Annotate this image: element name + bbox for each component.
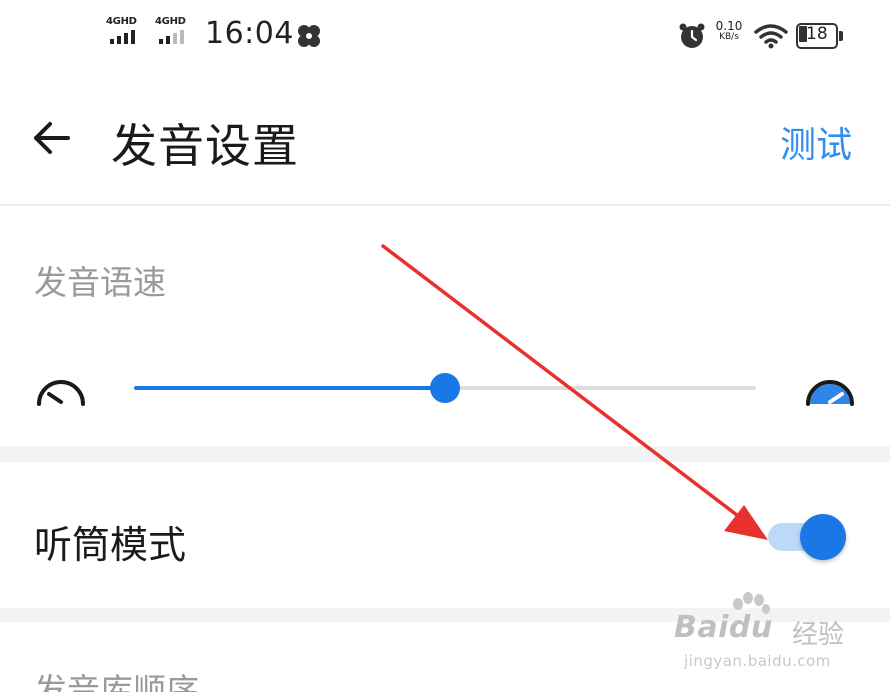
earpiece-mode-toggle[interactable] <box>768 514 850 560</box>
speech-speed-slider[interactable] <box>134 373 756 403</box>
alarm-icon <box>679 23 705 48</box>
fast-speed-icon[interactable] <box>803 368 857 408</box>
earpiece-mode-label: 听筒模式 <box>34 523 187 567</box>
network-speed: 0.10 KB/s <box>712 19 746 43</box>
slider-fill <box>134 386 445 390</box>
sim2-network-label: 4GHD <box>155 16 186 27</box>
watermark: Baidu 经验 jingyan.baidu.com <box>660 592 880 682</box>
slider-thumb[interactable] <box>430 373 460 403</box>
back-arrow-icon[interactable] <box>28 114 76 162</box>
section-divider <box>0 446 890 462</box>
watermark-logo: Baidu <box>674 610 773 645</box>
signal-icon <box>159 30 184 44</box>
battery-icon: 18 <box>796 23 844 49</box>
status-bar: 4GHD 4GHD 16:04 0.10 KB/s 18 <box>0 0 890 78</box>
network-speed-value: 0.10 <box>715 19 743 33</box>
network-speed-unit: KB/s <box>719 32 739 42</box>
app-notification-icon <box>298 25 320 47</box>
wifi-icon <box>754 24 788 49</box>
slow-speed-icon[interactable] <box>34 368 88 408</box>
voice-library-order-label: 发音库顺序 <box>34 671 199 692</box>
watermark-logo-cn: 经验 <box>792 620 845 650</box>
toggle-knob <box>800 514 846 560</box>
test-button[interactable]: 测试 <box>780 116 852 168</box>
sim1-network-label: 4GHD <box>106 16 137 27</box>
speech-speed-section: 发音语速 <box>0 208 890 446</box>
page-title: 发音设置 <box>111 119 299 173</box>
watermark-url: jingyan.baidu.com <box>684 652 831 670</box>
signal-icon <box>110 30 135 44</box>
status-time: 16:04 <box>205 16 294 51</box>
earpiece-mode-row[interactable]: 听筒模式 <box>0 462 890 608</box>
battery-percent: 18 <box>806 24 828 44</box>
app-header: 发音设置 测试 <box>0 78 890 206</box>
speech-speed-label: 发音语速 <box>34 263 166 302</box>
